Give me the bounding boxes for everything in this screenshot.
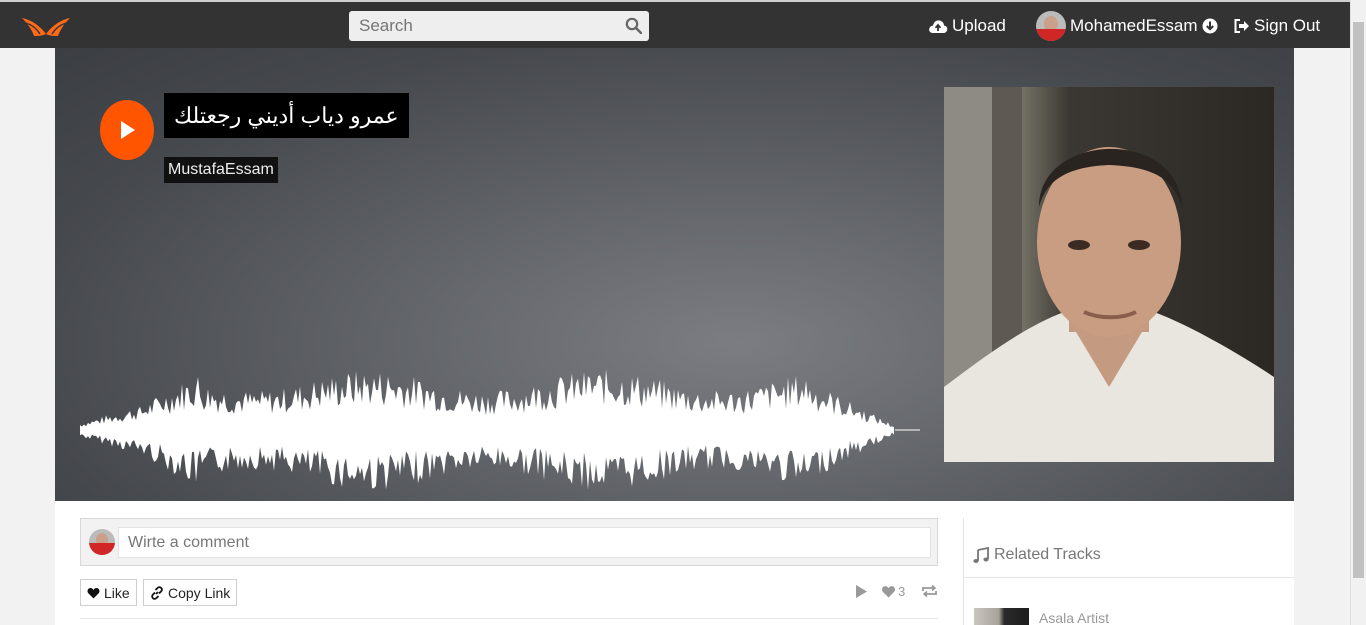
related-tracks-heading: Related Tracks xyxy=(973,543,1101,567)
username: MohamedEssam xyxy=(1070,16,1198,35)
scrollbar-thumb[interactable] xyxy=(1353,22,1364,578)
cover-image xyxy=(944,87,1274,462)
track-hero: عمرو دياب أديني رجعتلك MustafaEssam xyxy=(55,48,1294,501)
comment-input[interactable] xyxy=(118,527,931,558)
heart-icon xyxy=(87,587,100,598)
play-icon xyxy=(856,584,867,598)
upload-label: Upload xyxy=(952,16,1006,35)
divider xyxy=(80,618,938,619)
page-scrollbar[interactable] xyxy=(1350,0,1366,625)
waveform[interactable] xyxy=(80,358,920,498)
heart-icon xyxy=(882,585,895,597)
waveform-shape xyxy=(80,369,894,490)
artist-portrait xyxy=(944,87,1274,462)
track-title: عمرو دياب أديني رجعتلك xyxy=(164,93,409,138)
track-artist[interactable]: MustafaEssam xyxy=(164,157,278,183)
play-button[interactable] xyxy=(100,100,154,160)
avatar xyxy=(89,529,115,555)
user-menu[interactable]: MohamedEssam xyxy=(1036,9,1218,43)
track-details: Like Copy Link 3 Rela xyxy=(55,501,1294,625)
sign-out-label: Sign Out xyxy=(1254,16,1321,35)
copy-link-button[interactable]: Copy Link xyxy=(143,579,238,606)
top-navbar: Upload MohamedEssam Sign Out xyxy=(0,0,1350,48)
music-note-icon xyxy=(973,546,989,563)
related-track-name[interactable]: Asala Artist xyxy=(1039,610,1109,625)
chevron-down-circle-icon xyxy=(1202,18,1218,34)
divider xyxy=(964,577,1294,578)
cloud-upload-icon xyxy=(929,20,948,33)
comment-form xyxy=(80,518,938,566)
search-icon[interactable] xyxy=(625,17,642,34)
avatar xyxy=(1036,11,1066,41)
wings-logo-icon[interactable] xyxy=(20,12,72,40)
repost-stat[interactable] xyxy=(921,581,938,601)
repost-icon xyxy=(922,584,937,598)
likes-count: 3 xyxy=(898,583,906,599)
copy-link-label: Copy Link xyxy=(168,584,231,601)
upload-link[interactable]: Upload xyxy=(928,13,1006,39)
search-bar xyxy=(349,11,649,41)
related-tracks-title: Related Tracks xyxy=(994,546,1101,563)
search-input[interactable] xyxy=(349,11,649,41)
likes-stat[interactable]: 3 xyxy=(881,581,905,601)
sign-out-link[interactable]: Sign Out xyxy=(1234,13,1320,39)
sign-out-icon xyxy=(1234,19,1249,33)
related-track-thumbnail[interactable] xyxy=(974,608,1029,625)
link-icon xyxy=(151,585,163,600)
column-divider xyxy=(963,518,964,625)
play-count-stat[interactable] xyxy=(855,581,868,601)
like-label: Like xyxy=(104,584,130,601)
like-button[interactable]: Like xyxy=(80,579,137,606)
